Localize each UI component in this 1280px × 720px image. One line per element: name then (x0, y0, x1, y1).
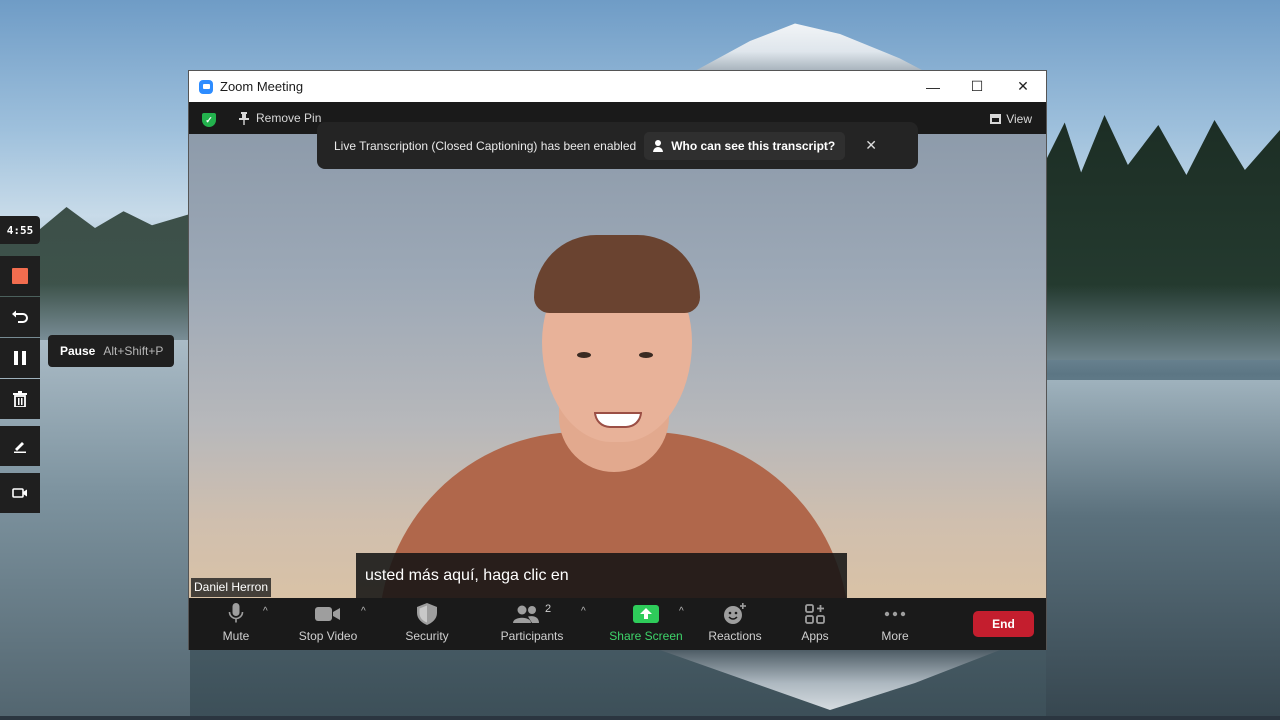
pause-tooltip: Pause Alt+Shift+P (48, 335, 174, 367)
speaker-eye-right (639, 352, 653, 358)
end-meeting-button[interactable]: End (973, 611, 1034, 637)
audio-options-caret[interactable]: ^ (263, 606, 268, 617)
stop-icon (12, 268, 28, 284)
banner-text: Live Transcription (Closed Captioning) h… (334, 138, 637, 153)
zoom-logo-icon (199, 79, 213, 94)
webcam-button[interactable] (0, 473, 40, 513)
desktop-edge (0, 716, 1280, 720)
banner-close-icon[interactable]: ✕ (865, 137, 877, 154)
person-icon (652, 139, 664, 152)
transcription-banner: Live Transcription (Closed Captioning) h… (317, 122, 918, 169)
delete-recording-button[interactable] (0, 379, 40, 419)
share-screen-label: Share Screen (609, 629, 683, 643)
close-icon: ✕ (1017, 78, 1029, 94)
more-button[interactable]: More (875, 598, 915, 650)
pause-tooltip-shortcut: Alt+Shift+P (103, 344, 164, 358)
microphone-icon (228, 603, 244, 625)
stop-recording-button[interactable] (0, 256, 40, 296)
speaker-eye-left (577, 352, 591, 358)
smiley-plus-icon (723, 603, 747, 625)
trash-icon (13, 391, 27, 407)
view-button[interactable]: View (990, 112, 1032, 126)
who-can-see-transcript-button[interactable]: Who can see this transcript? (644, 131, 846, 160)
participants-options-caret[interactable]: ^ (581, 606, 586, 617)
closed-caption: usted más aquí, haga clic en (356, 553, 847, 598)
undo-icon (12, 310, 28, 323)
close-window-button[interactable]: ✕ (1000, 71, 1046, 102)
who-can-see-label: Who can see this transcript? (671, 138, 836, 153)
security-label: Security (405, 629, 449, 643)
minimize-icon: — (926, 78, 940, 95)
participants-label: Participants (500, 629, 564, 643)
mute-button[interactable]: Mute (209, 598, 263, 650)
window-title: Zoom Meeting (220, 79, 304, 94)
participants-button[interactable]: 2 Participants (495, 598, 569, 650)
participant-name-tag: Daniel Herron (191, 578, 272, 597)
video-stage: ✓ Remove Pin View Live Transcription (Cl… (189, 102, 1046, 598)
wallpaper-reflection (660, 650, 1000, 710)
video-camera-icon (315, 603, 341, 625)
video-options-caret[interactable]: ^ (361, 606, 366, 617)
participants-icon: 2 (512, 603, 552, 625)
meeting-toolbar: Mute ^ Stop Video ^ Security 2 Participa… (189, 598, 1046, 650)
view-label: View (1006, 112, 1032, 126)
mute-label: Mute (222, 629, 250, 643)
reactions-button[interactable]: Reactions (705, 598, 765, 650)
recorder-toolbar: 4:55 (0, 216, 40, 514)
pause-button[interactable] (0, 338, 40, 378)
remove-pin-button[interactable]: Remove Pin (239, 111, 321, 125)
maximize-icon: ☐ (970, 78, 984, 94)
more-label: More (881, 629, 909, 643)
share-screen-icon (633, 603, 659, 625)
undo-button[interactable] (0, 297, 40, 337)
wallpaper-lake-right (1046, 380, 1280, 720)
remove-pin-label: Remove Pin (256, 111, 322, 125)
more-dots-icon (884, 603, 906, 625)
stop-video-label: Stop Video (298, 629, 358, 643)
window-titlebar: Zoom Meeting — ☐ ✕ (189, 71, 1046, 102)
apps-icon (805, 603, 825, 625)
maximize-button[interactable]: ☐ (954, 71, 1000, 102)
pause-icon (14, 351, 26, 365)
apps-button[interactable]: Apps (795, 598, 835, 650)
minimize-button[interactable]: — (910, 71, 956, 102)
stop-video-button[interactable]: Stop Video (293, 598, 363, 650)
reactions-label: Reactions (708, 629, 762, 643)
participants-count: 2 (544, 603, 552, 615)
camera-icon (12, 488, 27, 498)
share-options-caret[interactable]: ^ (679, 606, 684, 617)
encryption-shield-icon[interactable]: ✓ (202, 113, 216, 127)
apps-label: Apps (801, 629, 829, 643)
wallpaper-trees-right (1046, 115, 1280, 360)
share-screen-button[interactable]: Share Screen (607, 598, 685, 650)
zoom-meeting-window: Zoom Meeting — ☐ ✕ ✓ Remove Pin View Liv… (188, 70, 1047, 650)
speaker-hair (534, 235, 700, 313)
draw-button[interactable] (0, 426, 40, 466)
pin-icon (239, 111, 249, 125)
pen-icon (14, 442, 26, 453)
pause-tooltip-label: Pause (60, 344, 96, 358)
view-grid-icon (990, 114, 1002, 124)
recording-timer: 4:55 (0, 216, 40, 244)
security-button[interactable]: Security (397, 598, 457, 650)
security-shield-icon (417, 603, 437, 625)
